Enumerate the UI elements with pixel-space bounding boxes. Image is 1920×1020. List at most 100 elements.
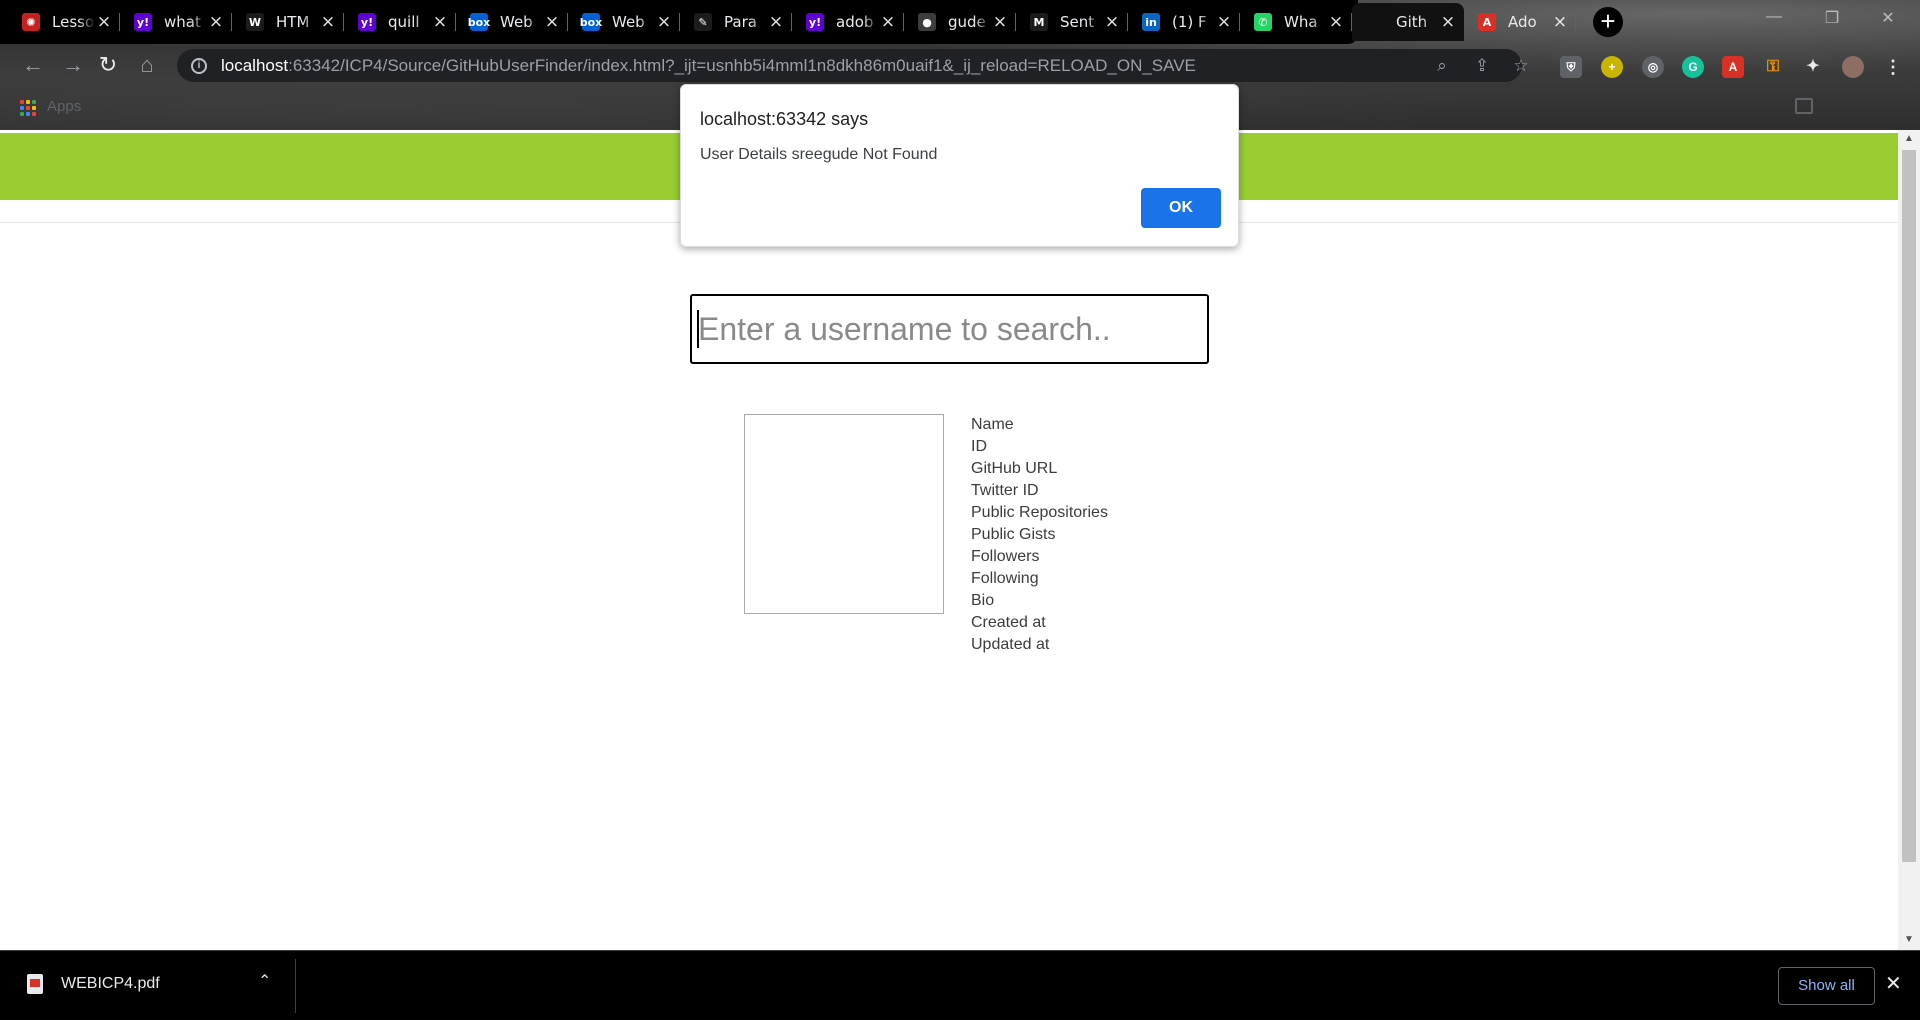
user-detail-label: Public Gists: [971, 526, 1056, 543]
browser-menu-icon[interactable]: ⋮: [1882, 56, 1904, 78]
apps-bookmark-label[interactable]: Apps: [47, 98, 81, 115]
tab-title: (1) F: [1172, 13, 1207, 31]
tab-close-icon[interactable]: ×: [1440, 12, 1456, 32]
user-detail-label: Created at: [971, 614, 1046, 631]
tab-close-icon[interactable]: ×: [320, 12, 336, 32]
browser-tab[interactable]: y! adob ×: [792, 3, 904, 41]
apps-grid-icon[interactable]: [20, 100, 36, 116]
download-filename[interactable]: WEBICP4.pdf: [61, 975, 160, 993]
tab-title: Para: [724, 13, 757, 31]
chevron-up-icon[interactable]: ⌃: [258, 971, 271, 991]
tab-close-icon[interactable]: ×: [1328, 12, 1344, 32]
extension-with-badge-icon[interactable]: ◎: [1642, 56, 1664, 78]
ok-button[interactable]: OK: [1141, 188, 1221, 228]
username-search-input[interactable]: [690, 294, 1209, 364]
tab-close-icon[interactable]: ×: [1552, 12, 1568, 32]
browser-tab[interactable]: y! quill ×: [344, 3, 456, 41]
shield-extension-icon[interactable]: ⛨: [1560, 56, 1582, 78]
scrollbar-thumb[interactable]: [1902, 150, 1916, 862]
browser-tab[interactable]: ✎ Para ×: [680, 3, 792, 41]
tab-close-icon[interactable]: ×: [1216, 12, 1232, 32]
reading-list-icon[interactable]: [1795, 98, 1813, 114]
back-icon[interactable]: ←: [20, 52, 46, 78]
github-icon: [1366, 13, 1384, 31]
user-detail-label: Followers: [971, 548, 1040, 565]
yahoo-icon: y!: [358, 13, 376, 31]
tab-close-icon[interactable]: ×: [656, 12, 672, 32]
dialog-title: localhost:63342 says: [700, 109, 869, 129]
page-content: Name ID GitHub URL Twitter ID Public Reposit…: [0, 130, 1898, 950]
close-window-icon[interactable]: ✕: [1866, 8, 1910, 36]
user-detail-label: Updated at: [971, 636, 1050, 653]
key-extension-icon[interactable]: ⚿: [1762, 56, 1784, 78]
browser-tab[interactable]: ✆ Wha ×: [1240, 3, 1352, 41]
alert-dialog: localhost:63342 says User Details sreegu…: [680, 84, 1239, 247]
home-icon[interactable]: ⌂: [134, 52, 160, 78]
w3-icon: W: [246, 13, 264, 31]
pdf-file-icon: [27, 974, 43, 994]
yahoo-icon: y!: [134, 13, 152, 31]
tab-close-icon[interactable]: ×: [992, 12, 1008, 32]
zoom-icon[interactable]: ⌕: [1432, 56, 1452, 76]
tab-close-icon[interactable]: ×: [96, 12, 112, 32]
scroll-up-arrow-icon[interactable]: ▲: [1904, 133, 1914, 144]
grammarly-icon[interactable]: G: [1682, 56, 1704, 78]
tab-close-icon[interactable]: ×: [432, 12, 448, 32]
share-icon[interactable]: ⇪: [1472, 56, 1492, 76]
tab-close-icon[interactable]: ×: [544, 12, 560, 32]
browser-tab[interactable]: box Web ×: [456, 3, 568, 41]
user-detail-label: GitHub URL: [971, 460, 1058, 477]
tab-title: quill: [388, 13, 420, 31]
browser-tab[interactable]: box Web ×: [568, 3, 680, 41]
tab-close-icon[interactable]: ×: [768, 12, 784, 32]
reload-icon[interactable]: ↻: [95, 52, 121, 78]
tab-strip: ✺ Lesso × y! what × W HTM × y! quill × box Web × box Web…: [8, 3, 1576, 41]
page-scrollbar[interactable]: ▲ ▼: [1898, 130, 1920, 950]
maximize-icon[interactable]: ❐: [1810, 8, 1854, 36]
text-caret: [697, 310, 699, 348]
tab-close-icon[interactable]: ×: [1104, 12, 1120, 32]
new-tab-button[interactable]: +: [1593, 7, 1623, 37]
close-download-shelf-icon[interactable]: ✕: [1885, 971, 1902, 996]
browser-tab[interactable]: in (1) F ×: [1128, 3, 1240, 41]
plus-extension-icon[interactable]: +: [1601, 56, 1623, 78]
tab-close-icon[interactable]: ×: [208, 12, 224, 32]
browser-tab[interactable]: ● gude ×: [904, 3, 1016, 41]
tab-close-icon[interactable]: ×: [880, 12, 896, 32]
user-detail-label: ID: [971, 438, 987, 455]
browser-toolbar: ← → ↻ ⌂ i localhost:63342/ICP4/Source/Gi…: [0, 44, 1920, 86]
acrobat-icon: A: [1478, 13, 1496, 31]
box-icon: box: [468, 13, 490, 31]
extensions-puzzle-icon[interactable]: ✦: [1802, 56, 1824, 78]
whatsapp-icon: ✆: [1254, 13, 1272, 31]
browser-tab[interactable]: M Sent ×: [1016, 3, 1128, 41]
tab-title: Web: [500, 13, 533, 31]
browser-tab[interactable]: W HTM ×: [232, 3, 344, 41]
address-bar[interactable]: i localhost:63342/ICP4/Source/GitHubUser…: [177, 49, 1529, 82]
acrobat-extension-icon[interactable]: A: [1722, 56, 1744, 78]
browser-tab[interactable]: ✺ Lesso ×: [8, 3, 120, 41]
user-avatar-placeholder: [744, 414, 944, 614]
tab-title: Ado: [1508, 13, 1537, 31]
browser-tab[interactable]: Gith ×: [1352, 3, 1464, 41]
minimize-icon[interactable]: —: [1752, 8, 1796, 36]
user-details-list: Name ID GitHub URL Twitter ID Public Reposit…: [971, 414, 1108, 656]
linkedin-icon: in: [1142, 13, 1160, 31]
show-all-downloads-button[interactable]: Show all: [1778, 967, 1875, 1005]
profile-avatar[interactable]: [1842, 56, 1864, 78]
opera-icon: ✺: [22, 13, 40, 31]
tab-title: Sent: [1060, 13, 1095, 31]
user-detail-label: Public Repositories: [971, 504, 1108, 521]
user-detail-label: Name: [971, 416, 1014, 433]
browser-tab[interactable]: y! what ×: [120, 3, 232, 41]
forward-icon[interactable]: →: [60, 52, 86, 78]
gmail-icon: M: [1030, 13, 1048, 31]
github-icon: ●: [918, 13, 936, 31]
browser-tab[interactable]: A Ado ×: [1464, 3, 1576, 41]
scroll-down-arrow-icon[interactable]: ▼: [1904, 934, 1914, 945]
site-info-icon[interactable]: i: [191, 57, 207, 74]
bookmark-star-icon[interactable]: ☆: [1511, 56, 1531, 76]
quill-icon: ✎: [694, 13, 712, 31]
url-host: localhost: [221, 55, 289, 75]
download-shelf: WEBICP4.pdf ⌃ Show all ✕: [0, 950, 1920, 1020]
